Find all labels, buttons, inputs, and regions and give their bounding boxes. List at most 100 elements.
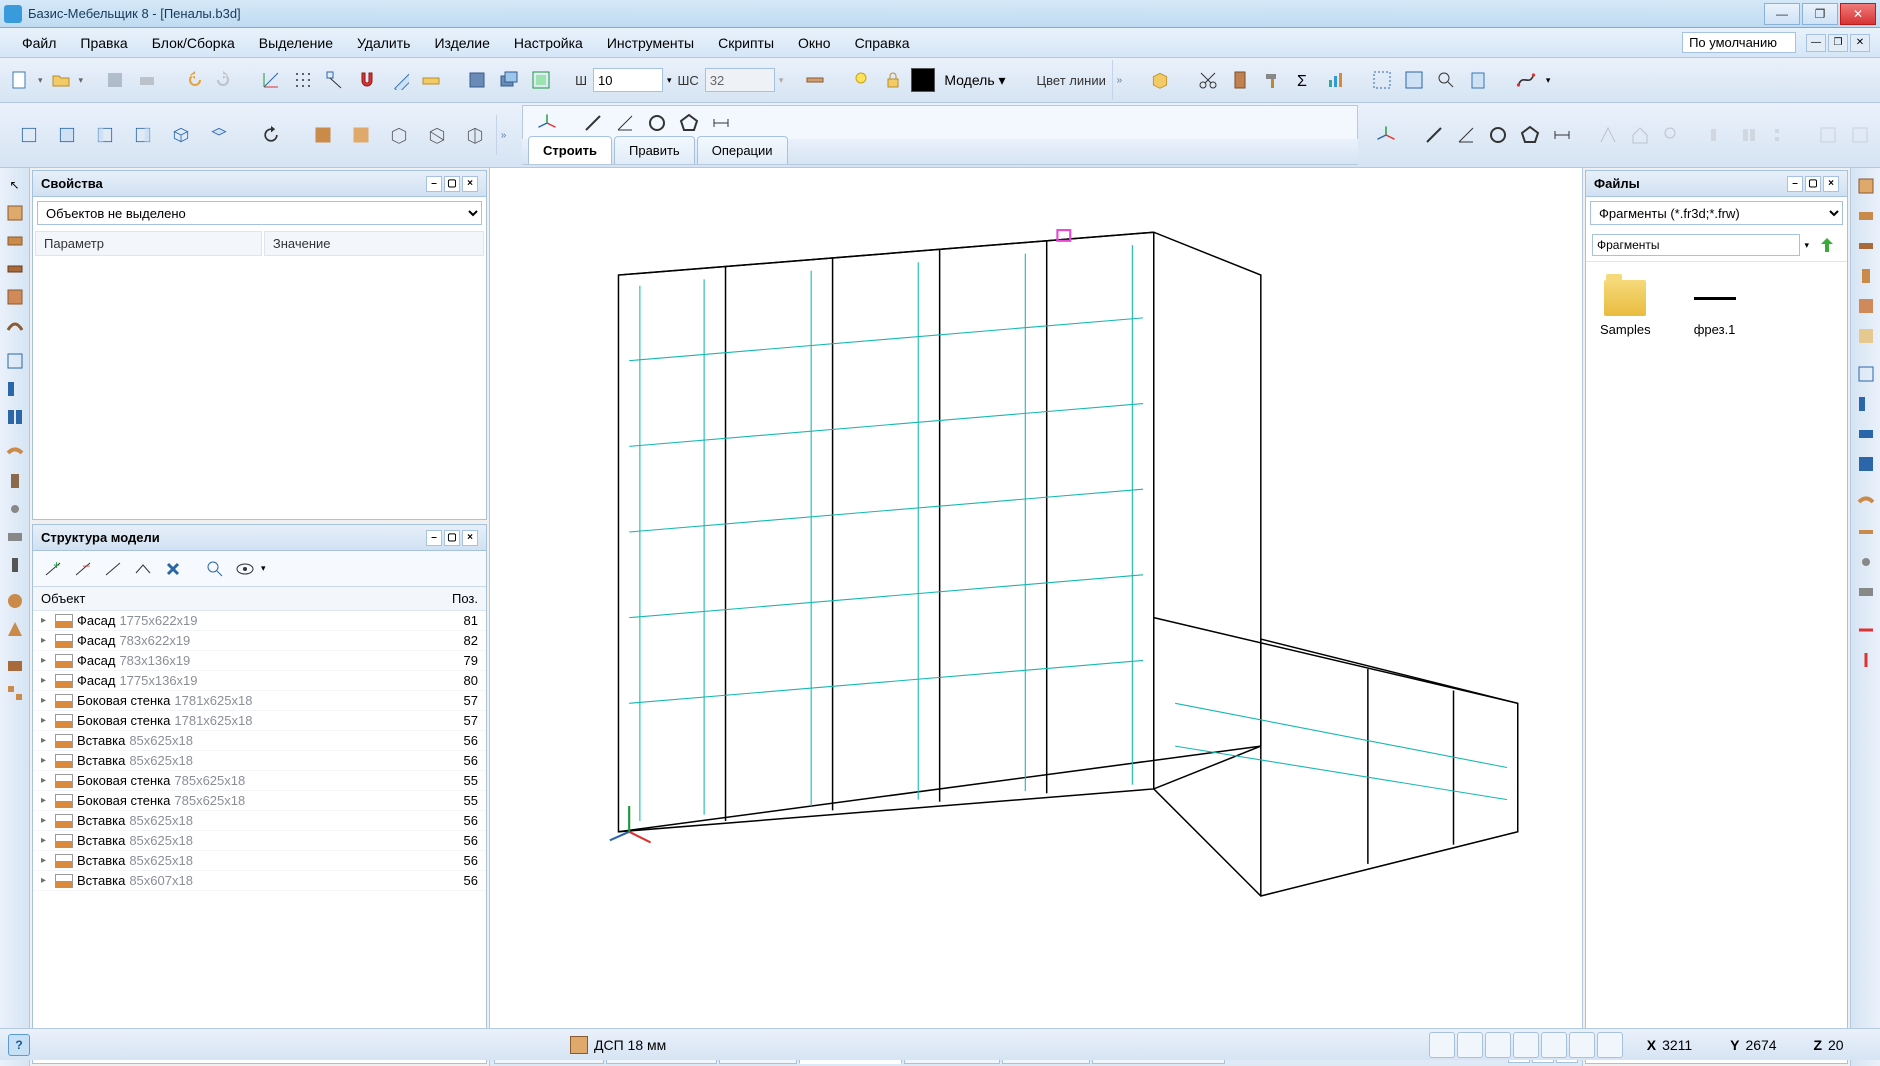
mdi-restore-button[interactable]: ❐ — [1828, 34, 1848, 52]
tree-row[interactable]: ▸Фасад 783x136x1979 — [33, 651, 486, 671]
print-button[interactable] — [133, 66, 161, 94]
files-close-button[interactable]: × — [1823, 176, 1839, 192]
window-close-button[interactable]: ✕ — [1840, 3, 1876, 25]
r-align1-icon[interactable] — [1704, 121, 1732, 149]
files-filter-select[interactable]: Фрагменты (*.fr3d;*.frw) — [1590, 201, 1843, 225]
sb-btn5[interactable] — [1541, 1032, 1567, 1058]
angle-tool-icon[interactable] — [611, 109, 639, 137]
structure-max-button[interactable]: ▢ — [444, 530, 460, 546]
st-edit-icon[interactable] — [99, 555, 127, 583]
toolbar-overflow-icon[interactable]: » — [1112, 60, 1126, 100]
tree-row[interactable]: ▸Фасад 1775x622x1981 — [33, 611, 486, 631]
lt-panel4-icon[interactable] — [2, 284, 28, 310]
width-c-input[interactable] — [705, 68, 775, 92]
tab-build[interactable]: Строить — [528, 136, 612, 164]
lt-drawer-icon[interactable] — [2, 524, 28, 550]
mat-wood2-icon[interactable] — [344, 118, 378, 152]
rt-sel2-icon[interactable] — [1852, 390, 1880, 418]
menu-delete[interactable]: Удалить — [345, 29, 422, 57]
circle-tool-icon[interactable] — [643, 109, 671, 137]
open-button[interactable] — [47, 66, 75, 94]
box-icon[interactable] — [1144, 64, 1176, 96]
menu-product[interactable]: Изделие — [422, 29, 501, 57]
files-up-button[interactable] — [1813, 231, 1841, 259]
grid-icon[interactable] — [289, 66, 317, 94]
polygon-tool-icon[interactable] — [675, 109, 703, 137]
lt-edge-icon[interactable] — [2, 440, 28, 466]
rt-sel4-icon[interactable] — [1852, 450, 1880, 478]
magnet-icon[interactable] — [353, 66, 381, 94]
sb-btn2[interactable] — [1457, 1032, 1483, 1058]
current-color-swatch[interactable] — [911, 68, 935, 92]
r-align2-icon[interactable] — [1736, 121, 1764, 149]
dim-tool-icon[interactable] — [707, 109, 735, 137]
window-minimize-button[interactable]: — — [1764, 3, 1800, 25]
r-mirror-icon[interactable] — [1594, 121, 1622, 149]
lt-leg-icon[interactable] — [2, 552, 28, 578]
files-breadcrumb[interactable]: Фрагменты — [1592, 234, 1800, 256]
structure-tree[interactable]: ▸Фасад 1775x622x1981▸Фасад 783x622x1982▸… — [33, 611, 486, 1063]
rotate-icon[interactable] — [254, 118, 288, 152]
rt-drawer-icon[interactable] — [1852, 578, 1880, 606]
rt-edge2-icon[interactable] — [1852, 518, 1880, 546]
lock-icon[interactable] — [879, 66, 907, 94]
view-front-icon[interactable] — [12, 118, 46, 152]
rt-panel1-icon[interactable] — [1852, 172, 1880, 200]
lt-cone-icon[interactable] — [2, 616, 28, 642]
lt-panel2-icon[interactable] — [2, 228, 28, 254]
lt-panel1-icon[interactable] — [2, 200, 28, 226]
r-angle-icon[interactable] — [1452, 121, 1480, 149]
lt-handle-icon[interactable] — [2, 468, 28, 494]
rt-panel3-icon[interactable] — [1852, 232, 1880, 260]
view-left-icon[interactable] — [88, 118, 122, 152]
width-input[interactable] — [593, 68, 663, 92]
lt-sel2-icon[interactable] — [2, 376, 28, 402]
rt-cut1-icon[interactable] — [1852, 616, 1880, 644]
properties-max-button[interactable]: ▢ — [444, 176, 460, 192]
lt-cursor-icon[interactable]: ↖ — [2, 172, 28, 198]
help-button[interactable]: ? — [8, 1034, 30, 1056]
measure-icon[interactable] — [417, 66, 445, 94]
spline-icon[interactable] — [1510, 64, 1542, 96]
save-button[interactable] — [101, 66, 129, 94]
window-maximize-button[interactable]: ❐ — [1802, 3, 1838, 25]
view-right-icon[interactable] — [126, 118, 160, 152]
render-mode-select[interactable]: Модель ▾ — [939, 69, 1024, 92]
rt-panel4-icon[interactable] — [1852, 262, 1880, 290]
r-circle-icon[interactable] — [1484, 121, 1512, 149]
st-search-icon[interactable] — [201, 555, 229, 583]
st-eye-icon[interactable] — [231, 555, 259, 583]
sb-btn3[interactable] — [1485, 1032, 1511, 1058]
workspace-select[interactable]: По умолчанию — [1682, 32, 1796, 53]
rt-cut2-icon[interactable] — [1852, 646, 1880, 674]
structure-min-button[interactable]: – — [426, 530, 442, 546]
properties-min-button[interactable]: – — [426, 176, 442, 192]
menu-block[interactable]: Блок/Сборка — [140, 29, 247, 57]
menu-scripts[interactable]: Скрипты — [706, 29, 786, 57]
r-side1-icon[interactable] — [1814, 121, 1842, 149]
st-hammer-icon[interactable] — [159, 555, 187, 583]
mdi-minimize-button[interactable]: — — [1806, 34, 1826, 52]
mdi-close-button[interactable]: ✕ — [1850, 34, 1870, 52]
cut-icon[interactable] — [1194, 66, 1222, 94]
r-side2-icon[interactable] — [1846, 121, 1874, 149]
ruler-diag-icon[interactable] — [385, 66, 413, 94]
axis3d2-icon[interactable] — [1370, 119, 1402, 151]
tree-row[interactable]: ▸Вставка 85x625x1856 — [33, 731, 486, 751]
door-icon[interactable] — [1226, 66, 1254, 94]
tab-edit[interactable]: Править — [614, 136, 695, 164]
files-grid[interactable]: Samples фрез.1 — [1586, 262, 1847, 355]
r-align3-icon[interactable] — [1768, 121, 1796, 149]
r-polygon-icon[interactable] — [1516, 121, 1544, 149]
tree-row[interactable]: ▸Фасад 1775x136x1980 — [33, 671, 486, 691]
tab-ops[interactable]: Операции — [697, 136, 788, 164]
rt-panel5-icon[interactable] — [1852, 292, 1880, 320]
lt-sel1-icon[interactable] — [2, 348, 28, 374]
rt-panel2-icon[interactable] — [1852, 202, 1880, 230]
r-line-icon[interactable] — [1420, 121, 1448, 149]
tree-row[interactable]: ▸Вставка 85x625x1856 — [33, 811, 486, 831]
tree-row[interactable]: ▸Фасад 783x622x1982 — [33, 631, 486, 651]
viewport-canvas[interactable] — [490, 168, 1582, 1036]
menu-tools[interactable]: Инструменты — [595, 29, 706, 57]
r-home-icon[interactable] — [1626, 121, 1654, 149]
